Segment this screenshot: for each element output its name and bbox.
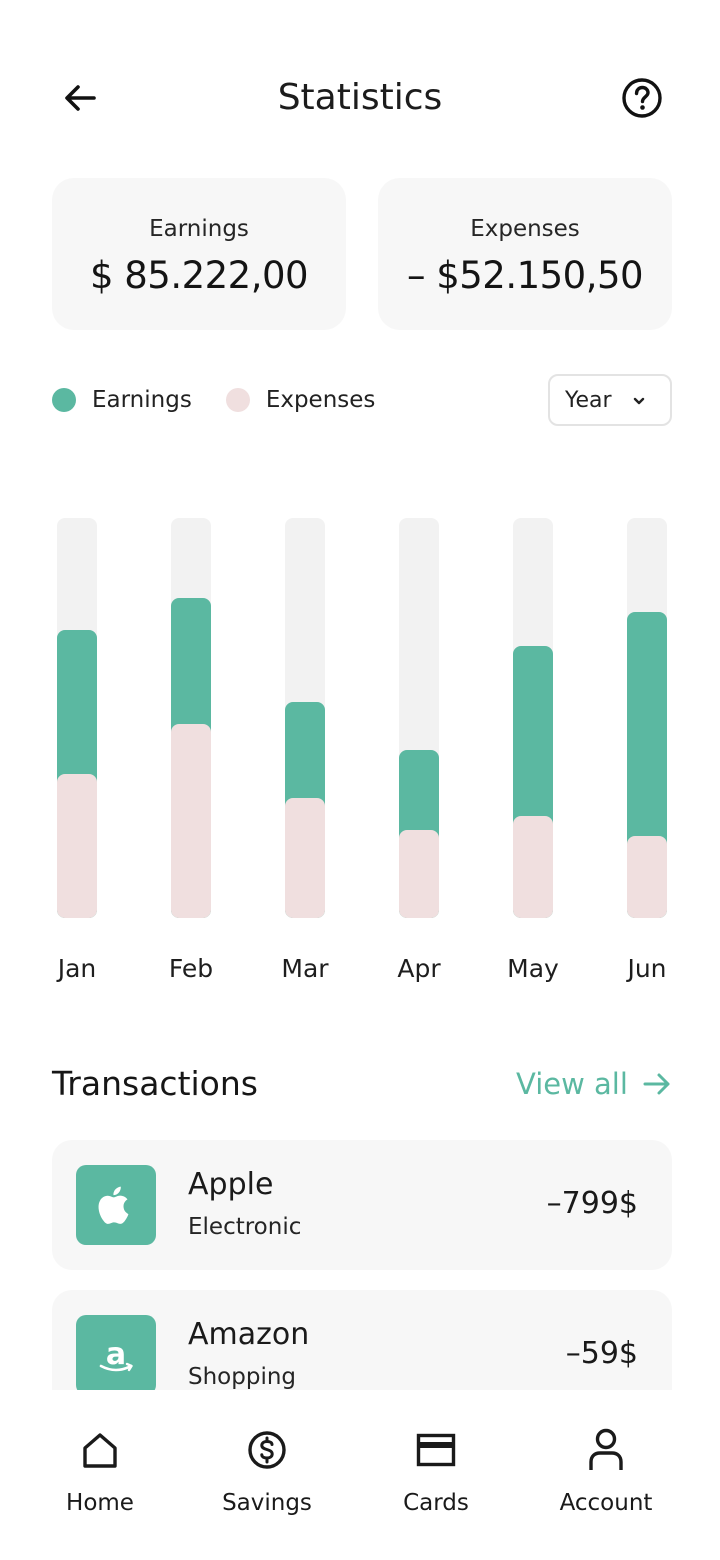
bar-expenses-jan[interactable] xyxy=(57,774,97,918)
nav-label-savings: Savings xyxy=(222,1490,312,1516)
earnings-label: Earnings xyxy=(149,216,249,242)
home-icon xyxy=(83,1433,117,1468)
month-label-mar: Mar xyxy=(281,954,329,983)
page-title: Statistics xyxy=(277,77,443,118)
period-select[interactable]: Year xyxy=(548,374,672,426)
transaction-list: Apple Electronic –799$ a Amazon Shopping… xyxy=(52,1140,672,1390)
nav-label-cards: Cards xyxy=(403,1490,469,1516)
month-label-jun: Jun xyxy=(627,954,667,983)
expenses-dot-icon xyxy=(225,388,250,412)
transaction-name: Amazon xyxy=(188,1317,310,1352)
chart-legend: Earnings Expenses xyxy=(52,374,409,426)
expenses-value: – $52.150,50 xyxy=(406,254,644,297)
bar-expenses-feb[interactable] xyxy=(171,724,211,918)
earnings-card: Earnings $ 85.222,00 xyxy=(52,178,346,330)
transaction-amount: –799$ xyxy=(546,1186,638,1221)
nav-item-home[interactable]: Home xyxy=(15,1428,185,1516)
dollar-circle-icon xyxy=(248,1431,286,1469)
month-label-jan: Jan xyxy=(57,954,97,983)
nav-item-account[interactable]: Account xyxy=(521,1428,691,1516)
user-icon xyxy=(589,1428,623,1470)
transaction-category: Electronic xyxy=(188,1214,302,1240)
apple-icon xyxy=(76,1165,156,1245)
earnings-value: $ 85.222,00 xyxy=(89,254,309,297)
month-label-feb: Feb xyxy=(168,954,214,983)
question-circle-icon xyxy=(622,78,662,118)
earnings-dot-icon xyxy=(52,388,76,412)
view-all-link[interactable]: View all xyxy=(516,1062,672,1106)
transaction-amount: –59$ xyxy=(565,1336,638,1371)
card-icon xyxy=(416,1433,456,1467)
bar-expenses-mar[interactable] xyxy=(285,798,325,918)
transaction-name: Apple xyxy=(188,1167,274,1202)
svg-text:a: a xyxy=(106,1337,126,1372)
period-select-value: Year xyxy=(565,387,612,413)
expenses-card: Expenses – $52.150,50 xyxy=(378,178,672,330)
legend-label-earnings: Earnings xyxy=(92,387,192,413)
month-label-apr: Apr xyxy=(397,954,441,983)
nav-label-home: Home xyxy=(66,1490,134,1516)
help-button[interactable] xyxy=(618,74,666,122)
expenses-label: Expenses xyxy=(470,216,580,242)
transaction-row[interactable]: Apple Electronic –799$ xyxy=(52,1140,672,1270)
legend-item-expenses: Expenses xyxy=(225,387,376,413)
nav-item-cards[interactable]: Cards xyxy=(351,1428,521,1516)
bar-chart xyxy=(0,518,720,918)
chevron-down-icon xyxy=(633,397,645,405)
legend-item-earnings: Earnings xyxy=(52,387,192,413)
view-all-label: View all xyxy=(516,1067,628,1101)
amazon-icon: a xyxy=(76,1315,156,1390)
bottom-nav: Home Savings Cards Account xyxy=(0,1390,720,1560)
arrow-right-icon xyxy=(643,1073,670,1095)
nav-label-account: Account xyxy=(559,1490,653,1516)
header: Statistics xyxy=(0,60,720,132)
nav-item-savings[interactable]: Savings xyxy=(182,1428,352,1516)
transaction-row[interactable]: a Amazon Shopping –59$ xyxy=(52,1290,672,1390)
month-label-may: May xyxy=(507,954,559,983)
transactions-title: Transactions xyxy=(52,1064,258,1103)
bar-expenses-may[interactable] xyxy=(513,816,553,918)
legend-label-expenses: Expenses xyxy=(265,387,376,413)
bar-expenses-jun[interactable] xyxy=(627,836,667,918)
bar-expenses-apr[interactable] xyxy=(399,830,439,918)
transaction-category: Shopping xyxy=(188,1364,297,1390)
